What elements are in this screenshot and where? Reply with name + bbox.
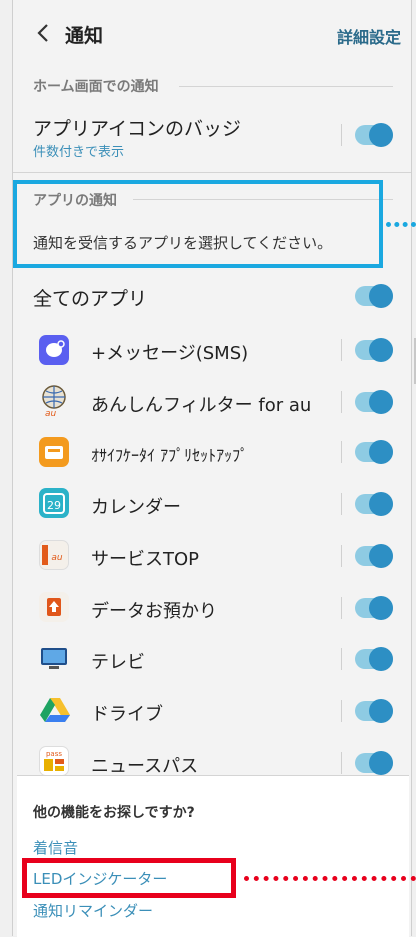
message-icon xyxy=(39,335,69,365)
row-divider xyxy=(341,545,342,567)
svg-text:au: au xyxy=(45,409,57,417)
row-divider xyxy=(341,700,342,722)
data-backup-icon xyxy=(47,598,61,616)
newspass-icon: pass xyxy=(44,750,64,771)
annotation-highlight-blue xyxy=(13,180,383,268)
badge-toggle[interactable] xyxy=(355,123,393,147)
toggle-knob xyxy=(369,647,393,671)
svg-text:29: 29 xyxy=(47,499,61,512)
toggle-knob xyxy=(369,338,393,362)
app-label: カレンダー xyxy=(91,497,181,518)
toggle-knob xyxy=(369,492,393,516)
badge-row-title: アプリアイコンのバッジ xyxy=(33,118,242,140)
row-divider xyxy=(341,752,342,774)
page-title: 通知 xyxy=(65,25,104,47)
toggle-knob xyxy=(369,390,393,414)
newspass-icon: pass xyxy=(39,746,69,776)
toggle-knob xyxy=(369,440,393,464)
service-top-icon: au xyxy=(39,540,69,570)
drive-icon xyxy=(39,695,70,725)
calendar-icon: 29 xyxy=(43,493,65,514)
app-label: ｵｻｲﾌｹｰﾀｲ ｱﾌﾟﾘｾｯﾄｱｯﾌﾟ xyxy=(91,446,249,465)
app-label: データお預かり xyxy=(91,601,217,622)
svg-text:au: au xyxy=(51,553,63,563)
tv-icon xyxy=(41,648,67,669)
app-label: +メッセージ(SMS) xyxy=(91,343,249,364)
calendar-icon: 29 xyxy=(39,488,69,518)
detail-settings-link[interactable]: 詳細設定 xyxy=(337,24,401,48)
app-toggle[interactable] xyxy=(355,492,393,516)
toggle-knob xyxy=(369,284,393,308)
app-toggle[interactable] xyxy=(355,440,393,464)
notification-settings-page: 通知 詳細設定 ホーム画面での通知 アプリアイコンのバッジ 件数付きで表示 アプ… xyxy=(12,0,416,937)
section-divider xyxy=(179,86,393,87)
anshin-filter-icon: au xyxy=(42,385,66,419)
data-backup-icon xyxy=(39,592,69,622)
toggle-knob xyxy=(369,596,393,620)
badge-row-subtitle: 件数付きで表示 xyxy=(33,145,125,160)
app-toggle[interactable] xyxy=(355,596,393,620)
header: 通知 詳細設定 xyxy=(13,0,413,70)
app-label: サービスTOP xyxy=(91,549,200,570)
osaifu-icon xyxy=(39,437,69,467)
row-divider xyxy=(341,597,342,619)
app-label: ドライブ xyxy=(91,704,163,725)
notification-reminder-link[interactable]: 通知リマインダー xyxy=(33,900,153,921)
app-label: テレビ xyxy=(91,652,145,673)
suggestions-panel: 他の機能をお探しですか? 着信音 LEDインジケーター 通知リマインダー xyxy=(17,775,409,937)
app-toggle[interactable] xyxy=(355,390,393,414)
app-toggle[interactable] xyxy=(355,647,393,671)
message-icon xyxy=(46,340,65,357)
toggle-knob xyxy=(369,699,393,723)
osaifu-icon xyxy=(45,446,63,459)
row-divider xyxy=(341,339,342,361)
row-divider xyxy=(341,648,342,670)
all-apps-label: 全てのアプリ xyxy=(33,288,148,310)
home-section-heading: ホーム画面での通知 xyxy=(33,79,159,95)
row-divider xyxy=(341,124,342,146)
annotation-highlight-red xyxy=(22,858,236,898)
toggle-knob xyxy=(369,123,393,147)
section-divider xyxy=(13,172,411,173)
app-toggle[interactable] xyxy=(355,751,393,775)
toggle-knob xyxy=(369,751,393,775)
app-toggle[interactable] xyxy=(355,338,393,362)
ringtone-link[interactable]: 着信音 xyxy=(33,837,78,858)
row-divider xyxy=(341,391,342,413)
row-divider xyxy=(341,441,342,463)
back-arrow-icon[interactable] xyxy=(31,20,57,46)
row-divider xyxy=(341,493,342,515)
all-apps-toggle[interactable] xyxy=(355,284,393,308)
svg-text:pass: pass xyxy=(46,750,62,758)
suggestions-heading: 他の機能をお探しですか? xyxy=(33,805,195,821)
app-label: あんしんフィルター for au xyxy=(91,395,312,416)
service-top-icon: au xyxy=(42,545,63,565)
toggle-knob xyxy=(369,544,393,568)
app-toggle[interactable] xyxy=(355,544,393,568)
anshin-filter-icon: au xyxy=(39,385,69,419)
annotation-connector-red xyxy=(244,876,416,881)
tv-icon xyxy=(39,643,69,673)
annotation-connector-blue xyxy=(386,222,416,227)
drive-icon xyxy=(40,698,70,722)
app-toggle[interactable] xyxy=(355,699,393,723)
